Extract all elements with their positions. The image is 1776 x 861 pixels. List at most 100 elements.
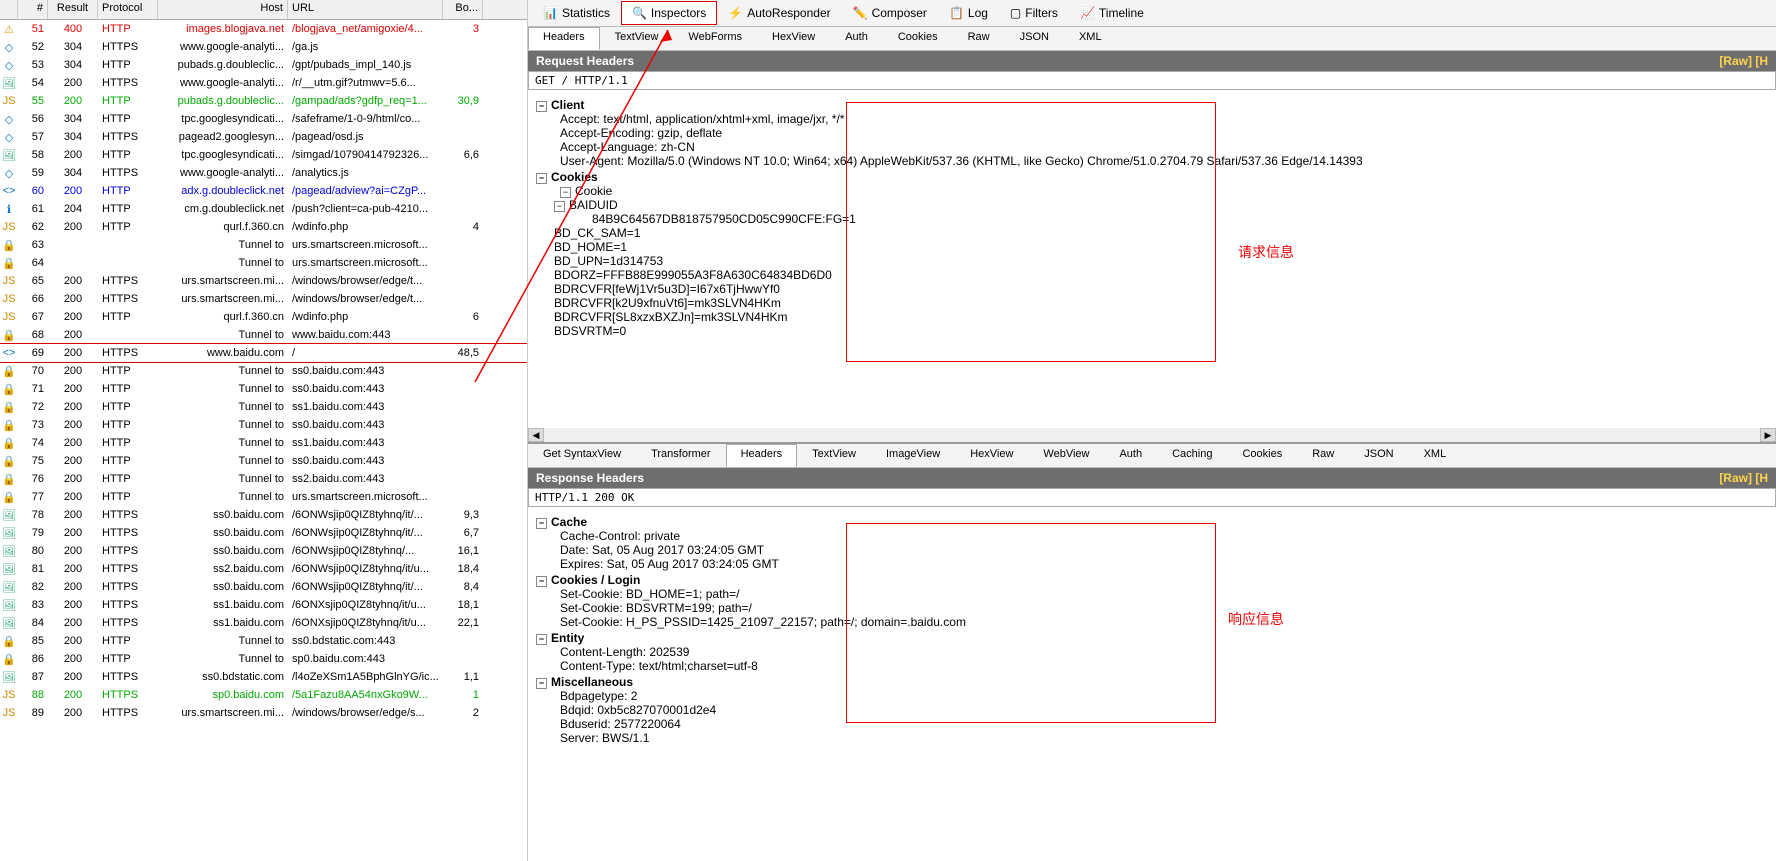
header-user-agent[interactable]: User-Agent: Mozilla/5.0 (Windows NT 10.0… <box>560 154 1768 168</box>
session-row[interactable]: 🖼83200HTTPSss1.baidu.com/6ONXsjip0QIZ8ty… <box>0 596 527 614</box>
subtab-get-syntaxview[interactable]: Get SyntaxView <box>528 444 636 467</box>
response-headers-tree[interactable]: −Cache Cache-Control: private Date: Sat,… <box>528 509 1776 861</box>
header-content-type[interactable]: Content-Type: text/html;charset=utf-8 <box>560 659 1768 673</box>
subtab-raw[interactable]: Raw <box>1297 444 1349 467</box>
cache-group[interactable]: −Cache <box>536 515 1768 529</box>
session-row[interactable]: 🔒70200HTTPTunnel toss0.baidu.com:443 <box>0 362 527 380</box>
session-row[interactable]: 🖼87200HTTPSss0.bdstatic.com/l4oZeXSm1A5B… <box>0 668 527 686</box>
session-row[interactable]: ◇59304HTTPSwww.google-analyti.../analyti… <box>0 164 527 182</box>
session-row[interactable]: <>60200HTTPadx.g.doubleclick.net/pagead/… <box>0 182 527 200</box>
session-row[interactable]: <>69200HTTPSwww.baidu.com/48,5 <box>0 344 527 362</box>
session-row[interactable]: JS55200HTTPpubads.g.doubleclic.../gampad… <box>0 92 527 110</box>
col-url[interactable]: URL <box>288 0 443 19</box>
header-accept-language[interactable]: Accept-Language: zh-CN <box>560 140 1768 154</box>
header-bduserid[interactable]: Bduserid: 2577220064 <box>560 717 1768 731</box>
misc-group[interactable]: −Miscellaneous <box>536 675 1768 689</box>
subtab-headers[interactable]: Headers <box>528 27 600 50</box>
session-row[interactable]: 🖼84200HTTPSss1.baidu.com/6ONXsjip0QIZ8ty… <box>0 614 527 632</box>
tab-autoresponder[interactable]: ⚡AutoResponder <box>717 1 841 25</box>
tab-timeline[interactable]: 📈Timeline <box>1069 1 1155 25</box>
session-row[interactable]: JS62200HTTPqurl.f.360.cn/wdinfo.php4 <box>0 218 527 236</box>
session-row[interactable]: 🔒85200HTTPTunnel toss0.bdstatic.com:443 <box>0 632 527 650</box>
cookie-bd-upn[interactable]: BD_UPN=1d314753 <box>554 254 1768 268</box>
subtab-textview[interactable]: TextView <box>600 27 674 50</box>
col-icon[interactable] <box>0 0 18 19</box>
header-bdpagetype[interactable]: Bdpagetype: 2 <box>560 689 1768 703</box>
request-hscroll[interactable]: ◀ ▶ <box>528 428 1776 442</box>
collapse-icon[interactable]: − <box>536 634 547 645</box>
subtab-hexview[interactable]: HexView <box>757 27 830 50</box>
session-row[interactable]: 🔒76200HTTPTunnel toss2.baidu.com:443 <box>0 470 527 488</box>
cookie-bdrcvfr1[interactable]: BDRCVFR[feWj1Vr5u3D]=I67x6TjHwwYf0 <box>554 282 1768 296</box>
header-set-cookie-1[interactable]: Set-Cookie: BD_HOME=1; path=/ <box>560 587 1768 601</box>
session-row[interactable]: JS66200HTTPSurs.smartscreen.mi.../window… <box>0 290 527 308</box>
collapse-icon[interactable]: − <box>536 518 547 529</box>
cookie-baiduid[interactable]: −BAIDUID <box>554 198 1768 212</box>
collapse-icon[interactable]: − <box>536 576 547 587</box>
header-content-length[interactable]: Content-Length: 202539 <box>560 645 1768 659</box>
subtab-json[interactable]: JSON <box>1005 27 1064 50</box>
subtab-transformer[interactable]: Transformer <box>636 444 726 467</box>
subtab-hexview[interactable]: HexView <box>955 444 1028 467</box>
collapse-icon[interactable]: − <box>536 101 547 112</box>
scroll-track[interactable] <box>544 428 1760 442</box>
subtab-auth[interactable]: Auth <box>1104 444 1157 467</box>
session-row[interactable]: 🔒74200HTTPTunnel toss1.baidu.com:443 <box>0 434 527 452</box>
subtab-json[interactable]: JSON <box>1349 444 1408 467</box>
session-row[interactable]: 🖼82200HTTPSss0.baidu.com/6ONWsjip0QIZ8ty… <box>0 578 527 596</box>
cookie-bdorz[interactable]: BDORZ=FFFB88E999055A3F8A630C64834BD6D0 <box>554 268 1768 282</box>
subtab-auth[interactable]: Auth <box>830 27 883 50</box>
header-server[interactable]: Server: BWS/1.1 <box>560 731 1768 745</box>
session-row[interactable]: ◇56304HTTPtpc.googlesyndicati.../safefra… <box>0 110 527 128</box>
subtab-xml[interactable]: XML <box>1064 27 1117 50</box>
request-line[interactable]: GET / HTTP/1.1 <box>528 71 1776 90</box>
tab-inspectors[interactable]: 🔍Inspectors <box>621 1 717 25</box>
cookie-bdsvrtm[interactable]: BDSVRTM=0 <box>554 324 1768 338</box>
subtab-xml[interactable]: XML <box>1409 444 1462 467</box>
cookie-bd-ck-sam[interactable]: BD_CK_SAM=1 <box>554 226 1768 240</box>
session-row[interactable]: 🔒63Tunnel tours.smartscreen.microsoft... <box>0 236 527 254</box>
client-group[interactable]: −Client <box>536 98 1768 112</box>
session-row[interactable]: 🖼80200HTTPSss0.baidu.com/6ONWsjip0QIZ8ty… <box>0 542 527 560</box>
cookies-group[interactable]: −Cookies <box>536 170 1768 184</box>
header-expires[interactable]: Expires: Sat, 05 Aug 2017 03:24:05 GMT <box>560 557 1768 571</box>
subtab-raw[interactable]: Raw <box>953 27 1005 50</box>
header-set-cookie-3[interactable]: Set-Cookie: H_PS_PSSID=1425_21097_22157;… <box>560 615 1768 629</box>
subtab-cookies[interactable]: Cookies <box>883 27 953 50</box>
col-protocol[interactable]: Protocol <box>98 0 158 19</box>
scroll-left-icon[interactable]: ◀ <box>528 428 544 442</box>
request-raw-link[interactable]: [Raw] <box>1719 54 1752 68</box>
session-row[interactable]: ℹ61204HTTPcm.g.doubleclick.net/push?clie… <box>0 200 527 218</box>
session-row[interactable]: 🔒73200HTTPTunnel toss0.baidu.com:443 <box>0 416 527 434</box>
session-row[interactable]: 🖼79200HTTPSss0.baidu.com/6ONWsjip0QIZ8ty… <box>0 524 527 542</box>
sessions-list[interactable]: ⚠51400HTTPimages.blogjava.net/blogjava_n… <box>0 20 527 861</box>
col-bo[interactable]: Bo... <box>443 0 483 19</box>
session-row[interactable]: 🔒71200HTTPTunnel toss0.baidu.com:443 <box>0 380 527 398</box>
session-row[interactable]: 🖼58200HTTPtpc.googlesyndicati.../simgad/… <box>0 146 527 164</box>
cookie-baiduid-val[interactable]: 84B9C64567DB818757950CD05C990CFE:FG=1 <box>592 212 1768 226</box>
cookies-login-group[interactable]: −Cookies / Login <box>536 573 1768 587</box>
session-row[interactable]: JS88200HTTPSsp0.baidu.com/5a1Fazu8AA54nx… <box>0 686 527 704</box>
response-header-def-link[interactable]: [H <box>1755 471 1768 485</box>
session-row[interactable]: 🔒68200Tunnel towww.baidu.com:443 <box>0 326 527 344</box>
session-row[interactable]: JS65200HTTPSurs.smartscreen.mi.../window… <box>0 272 527 290</box>
tab-statistics[interactable]: 📊Statistics <box>532 1 621 25</box>
tab-composer[interactable]: ✏️Composer <box>842 1 938 25</box>
collapse-icon[interactable]: − <box>560 187 571 198</box>
session-row[interactable]: JS89200HTTPSurs.smartscreen.mi.../window… <box>0 704 527 722</box>
cookie-bdrcvfr2[interactable]: BDRCVFR[k2U9xfnuVt6]=mk3SLVN4HKm <box>554 296 1768 310</box>
session-row[interactable]: ◇53304HTTPpubads.g.doubleclic.../gpt/pub… <box>0 56 527 74</box>
subtab-caching[interactable]: Caching <box>1157 444 1227 467</box>
subtab-webview[interactable]: WebView <box>1028 444 1104 467</box>
subtab-cookies[interactable]: Cookies <box>1227 444 1297 467</box>
session-row[interactable]: ◇57304HTTPSpagead2.googlesyn.../pagead/o… <box>0 128 527 146</box>
tab-filters[interactable]: ▢Filters <box>999 1 1069 25</box>
session-row[interactable]: JS67200HTTPqurl.f.360.cn/wdinfo.php6 <box>0 308 527 326</box>
session-row[interactable]: 🔒77200HTTPTunnel tours.smartscreen.micro… <box>0 488 527 506</box>
col-result[interactable]: Result <box>48 0 98 19</box>
cookie-node[interactable]: −Cookie <box>560 184 1768 198</box>
session-row[interactable]: ◇52304HTTPSwww.google-analyti.../ga.js <box>0 38 527 56</box>
collapse-icon[interactable]: − <box>536 173 547 184</box>
header-accept-encoding[interactable]: Accept-Encoding: gzip, deflate <box>560 126 1768 140</box>
header-set-cookie-2[interactable]: Set-Cookie: BDSVRTM=199; path=/ <box>560 601 1768 615</box>
